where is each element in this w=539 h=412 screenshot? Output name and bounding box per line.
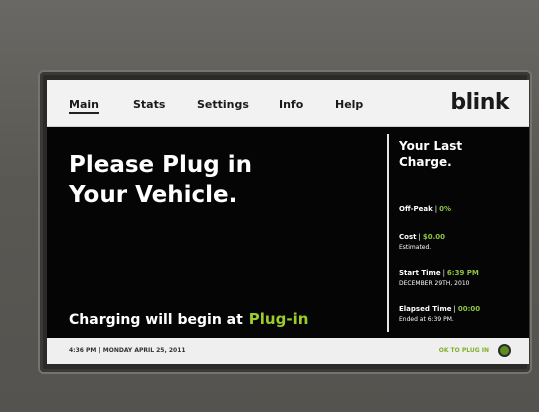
tab-help[interactable]: Help <box>335 98 363 111</box>
tab-stats[interactable]: Stats <box>133 98 165 111</box>
headline-line-1: Please Plug in <box>69 152 253 178</box>
start-time-value: 6:39 PM <box>446 269 479 277</box>
plug-in-prompt: Please Plug in Your Vehicle. <box>69 150 369 210</box>
plug-status-text: OK TO PLUG IN <box>438 347 489 354</box>
elapsed-time-note: Ended at 6:39 PM. <box>399 316 454 323</box>
tab-main[interactable]: Main <box>69 98 99 114</box>
off-peak-value: 0% <box>439 205 452 213</box>
panel-divider <box>387 134 389 332</box>
last-charge-title-line-2: Charge. <box>399 155 452 169</box>
elapsed-time-value: 00:00 <box>457 305 481 313</box>
last-charge-title-line-1: Your Last <box>399 139 463 153</box>
status-bar: 4:36 PM | MONDAY APRIL 25, 2011 OK TO PL… <box>47 338 529 364</box>
elapsed-time-stat: Elapsed Time | 00:00 Ended at 6:39 PM. <box>399 296 525 323</box>
start-time-stat: Start Time | 6:39 PM DECEMBER 29TH, 2010 <box>399 260 525 287</box>
cost-stat: Cost | $0.00 Estimated. <box>399 224 525 251</box>
off-peak-label: Off-Peak <box>399 205 433 213</box>
plug-in-highlight: Plug-in <box>248 310 309 328</box>
datetime-readout: 4:36 PM | MONDAY APRIL 25, 2011 <box>69 347 186 354</box>
tab-settings[interactable]: Settings <box>197 98 249 111</box>
start-date: DECEMBER 29TH, 2010 <box>399 280 470 287</box>
start-time-label: Start Time <box>399 269 441 277</box>
last-charge-title: Your Last Charge. <box>399 138 523 170</box>
blink-logo: blink <box>450 90 509 115</box>
charging-begin-message: Charging will begin at Plug-in <box>69 310 308 328</box>
charger-screen: Main Stats Settings Info Help blink Plea… <box>47 80 529 364</box>
elapsed-time-label: Elapsed Time <box>399 305 452 313</box>
cost-note: Estimated. <box>399 244 432 251</box>
off-peak-stat: Off-Peak | 0% <box>399 205 452 213</box>
status-indicator-icon <box>500 346 509 355</box>
headline-line-2: Your Vehicle. <box>69 182 238 208</box>
top-nav-bar: Main Stats Settings Info Help blink <box>47 80 529 127</box>
tab-info[interactable]: Info <box>279 98 303 111</box>
charging-begin-text: Charging will begin at <box>69 312 243 328</box>
cost-value: $0.00 <box>422 233 445 241</box>
cost-label: Cost <box>399 233 417 241</box>
